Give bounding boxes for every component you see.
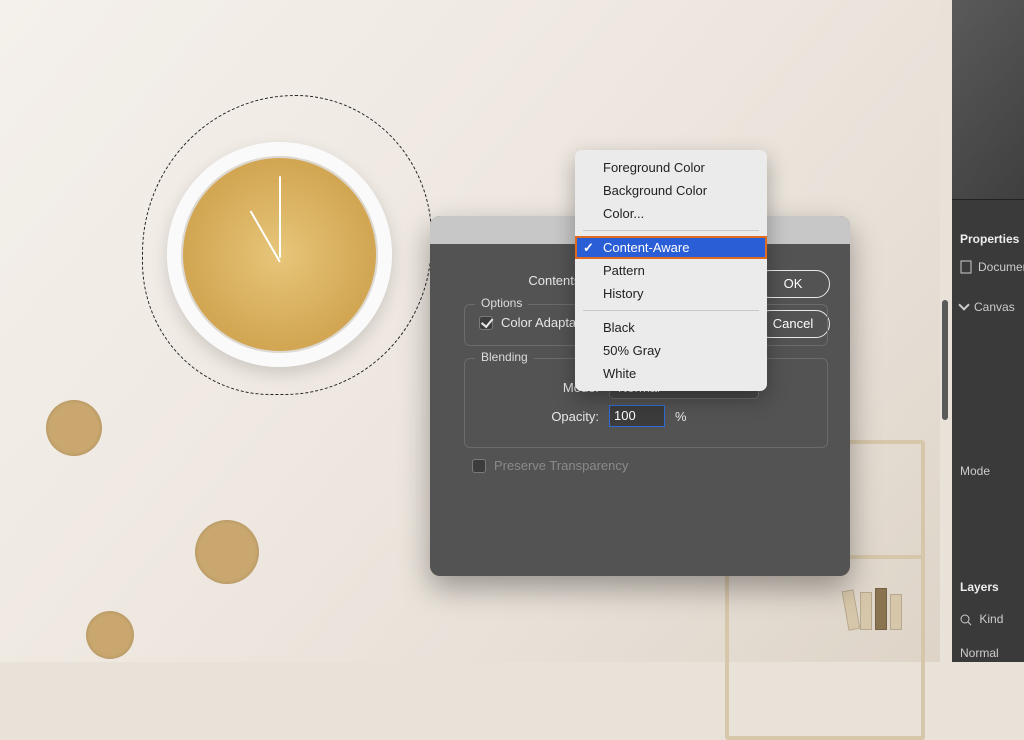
menu-item-history[interactable]: History bbox=[575, 282, 767, 305]
clock-graphic bbox=[167, 142, 392, 367]
canvas-section[interactable]: Canvas bbox=[960, 300, 1015, 314]
opacity-label: Opacity: bbox=[479, 409, 609, 424]
document-row[interactable]: Document bbox=[960, 260, 1024, 274]
checkbox-icon bbox=[472, 459, 486, 473]
opacity-suffix: % bbox=[675, 409, 687, 424]
search-icon bbox=[960, 614, 972, 626]
chevron-down-icon bbox=[958, 299, 969, 310]
menu-item-foreground-color[interactable]: Foreground Color bbox=[575, 156, 767, 179]
scrollbar-thumb[interactable] bbox=[942, 300, 948, 420]
preserve-transparency-label: Preserve Transparency bbox=[494, 458, 628, 473]
ok-button[interactable]: OK bbox=[756, 270, 830, 298]
menu-item-50-gray[interactable]: 50% Gray bbox=[575, 339, 767, 362]
preserve-transparency-checkbox: Preserve Transparency bbox=[472, 458, 628, 473]
layers-kind-row[interactable]: Kind bbox=[960, 612, 1003, 626]
properties-heading: Properties bbox=[960, 232, 1019, 246]
contents-dropdown-menu: Foreground Color Background Color Color.… bbox=[575, 150, 767, 391]
menu-separator bbox=[583, 230, 759, 231]
blend-mode-select[interactable]: Normal bbox=[960, 646, 999, 660]
menu-item-background-color[interactable]: Background Color bbox=[575, 179, 767, 202]
layers-heading: Layers bbox=[960, 580, 999, 594]
menu-item-black[interactable]: Black bbox=[575, 316, 767, 339]
menu-separator bbox=[583, 310, 759, 311]
menu-item-white[interactable]: White bbox=[575, 362, 767, 385]
side-panel: Properties Document Canvas Mode Layers K… bbox=[952, 0, 1024, 662]
navigator-thumb bbox=[952, 0, 1024, 200]
menu-item-content-aware[interactable]: Content-Aware bbox=[575, 236, 767, 259]
menu-item-pattern[interactable]: Pattern bbox=[575, 259, 767, 282]
cork-dot bbox=[195, 520, 259, 584]
options-group-title: Options bbox=[475, 296, 528, 310]
checkbox-icon bbox=[479, 316, 493, 330]
blending-group-title: Blending bbox=[475, 350, 534, 364]
cork-dot bbox=[86, 611, 134, 659]
mode-row: Mode bbox=[960, 464, 990, 478]
menu-item-color[interactable]: Color... bbox=[575, 202, 767, 225]
opacity-input[interactable]: 100 bbox=[609, 405, 665, 427]
cork-dot bbox=[46, 400, 102, 456]
